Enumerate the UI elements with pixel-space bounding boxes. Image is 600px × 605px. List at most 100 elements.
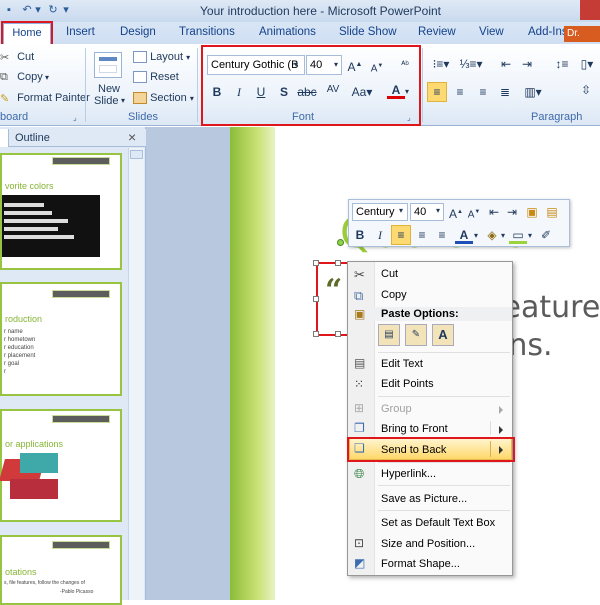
new-slide-label-1[interactable]: New [98, 83, 120, 95]
menu-item-save-as-picture[interactable]: Save as Picture... [381, 493, 467, 505]
chevron-down-icon[interactable]: ▾ [474, 231, 478, 240]
pane-scrollbar[interactable] [128, 148, 144, 600]
thumb-line: r goal [4, 361, 20, 367]
menu-item-edit-points[interactable]: Edit Points [381, 378, 434, 390]
tab-outline[interactable]: Outline [15, 132, 50, 144]
reset-button[interactable]: Reset [133, 71, 179, 84]
tab-insert[interactable]: Insert [66, 26, 95, 38]
chevron-down-icon[interactable]: ▾ [501, 231, 505, 240]
menu-item-size-and-position[interactable]: Size and Position... [381, 538, 475, 550]
submenu-arrow-icon [499, 406, 503, 414]
increase-indent-icon[interactable]: ⇥ [503, 203, 521, 221]
italic-icon[interactable]: I [371, 226, 389, 244]
align-text-icon[interactable]: ⇳ [577, 81, 595, 99]
format-painter-button[interactable]: ✎ Format Painter [0, 92, 90, 105]
close-window-button[interactable] [580, 0, 600, 20]
menu-item-format-shape[interactable]: Format Shape... [381, 558, 460, 570]
menu-item-bring-to-front[interactable]: Bring to Front [381, 423, 448, 435]
menu-item-set-default-text-box[interactable]: Set as Default Text Box [381, 517, 495, 529]
resize-handle[interactable] [313, 296, 319, 302]
slide-thumbnail-1[interactable]: vorite colors [0, 153, 122, 270]
decrease-indent-icon[interactable]: ⇤ [497, 55, 515, 73]
tab-review[interactable]: Review [418, 26, 456, 38]
tab-animations[interactable]: Animations [259, 26, 316, 38]
new-slide-icon[interactable] [94, 52, 122, 78]
increase-indent-icon[interactable]: ⇥ [518, 55, 536, 73]
undo-icon[interactable]: ↶ [20, 3, 34, 17]
mini-align-left-button[interactable]: ≡ [391, 225, 411, 245]
grow-font-icon[interactable]: A▲ [447, 203, 465, 221]
edit-points-icon: ⁙ [354, 377, 365, 391]
text-direction-icon[interactable]: ▯▾ [577, 55, 597, 73]
numbering-icon[interactable]: ⅓≡▾ [458, 55, 484, 73]
justify-icon[interactable]: ≣ [496, 83, 514, 101]
tab-slide-show[interactable]: Slide Show [339, 26, 397, 38]
dialog-launcher-icon[interactable]: ⌟ [73, 113, 77, 122]
resize-handle[interactable] [313, 260, 319, 266]
align-right-icon[interactable]: ≡ [433, 226, 451, 244]
cut-button[interactable]: ✂ Cut [0, 51, 34, 64]
paste-use-destination-theme-icon[interactable]: ▤ [378, 324, 400, 346]
section-button[interactable]: Section ▾ [133, 92, 194, 105]
customize-qat-icon[interactable]: ▾ [62, 3, 70, 17]
close-icon[interactable]: × [128, 129, 136, 145]
format-shape-icon: ◩ [354, 556, 366, 570]
chevron-down-icon[interactable]: ▾ [528, 231, 532, 240]
thumb-body: r name r hometown r education r placemen… [4, 328, 35, 376]
tab-transitions[interactable]: Transitions [179, 26, 235, 38]
tab-design[interactable]: Design [120, 26, 156, 38]
bold-icon[interactable]: B [351, 226, 369, 244]
align-right-icon[interactable]: ≡ [474, 83, 492, 101]
chevron-down-icon: ▾ [186, 53, 191, 62]
decrease-indent-icon[interactable]: ⇤ [485, 203, 503, 221]
tab-slides[interactable] [0, 129, 9, 147]
align-center-icon[interactable]: ≡ [413, 226, 431, 244]
new-slide-label-2[interactable]: Slide [94, 95, 118, 107]
user-tab[interactable]: Dr. [564, 26, 600, 42]
copy-label: Copy [17, 71, 43, 83]
line-spacing-icon[interactable]: ↕≡ [552, 55, 572, 73]
font-color-icon[interactable]: A [455, 226, 473, 244]
thumb-line: r name [4, 329, 23, 335]
quote-mark[interactable]: “ [325, 273, 342, 308]
resize-handle[interactable] [335, 260, 341, 266]
tab-home[interactable]: Home [1, 21, 53, 46]
menu-item-edit-text[interactable]: Edit Text [381, 358, 423, 370]
submenu-arrow-icon[interactable] [499, 426, 503, 434]
paste-keep-source-formatting-icon[interactable]: ✎ [405, 324, 427, 346]
slide-thumbnail-3[interactable]: or applications [0, 409, 122, 522]
group-divider [197, 48, 198, 122]
resize-handle[interactable] [313, 331, 319, 337]
slide-thumbnail-4[interactable]: otations s, file features, follow the ch… [0, 535, 122, 605]
tab-add-ins[interactable]: Add-Ins [528, 26, 568, 38]
chevron-down-icon[interactable]: ▾ [436, 206, 440, 215]
menu-item-copy[interactable]: Copy [381, 289, 407, 301]
tab-view[interactable]: View [479, 26, 504, 38]
slide-thumbnail-2[interactable]: roduction r name r hometown r education … [0, 282, 122, 396]
scissors-icon: ✂ [354, 267, 365, 282]
menu-item-cut[interactable]: Cut [381, 268, 398, 280]
bullets-icon[interactable]: ⁝≡▾ [428, 55, 454, 73]
chevron-down-icon[interactable]: ▾ [121, 96, 125, 105]
align-left-button[interactable]: ≡ [427, 82, 447, 102]
paste-keep-text-only-icon[interactable]: A [432, 324, 454, 346]
shrink-font-icon[interactable]: A▼ [465, 203, 483, 221]
copy-button[interactable]: ⧉ Copy ▾ [0, 71, 49, 83]
copy-icon: ⧉ [0, 71, 8, 84]
align-center-icon[interactable]: ≡ [451, 83, 469, 101]
menu-item-hyperlink[interactable]: Hyperlink... [381, 468, 436, 480]
shape-fill-icon[interactable]: ◈ [483, 226, 501, 244]
mini-toolbar: Century ▾ 40 ▾ A▲ A▼ ⇤ ⇥ ▣ ▤ B I ≡ ≡ ≡ A… [348, 199, 570, 247]
shape-outline-icon[interactable]: ▭ [509, 226, 527, 244]
resize-handle[interactable] [335, 331, 341, 337]
save-icon[interactable]: ▪ [2, 3, 16, 17]
layout-button[interactable]: Layout ▾ [133, 51, 191, 64]
shape-style-icon[interactable]: ▤ [543, 203, 561, 221]
shape-effects-icon[interactable]: ✐ [537, 226, 555, 244]
chevron-down-icon[interactable]: ▾ [399, 206, 403, 215]
rotation-handle[interactable] [337, 239, 344, 246]
format-painter-icon[interactable]: ▣ [523, 203, 541, 221]
redo-icon[interactable]: ↻ [46, 3, 60, 17]
columns-icon[interactable]: ▥▾ [522, 83, 544, 101]
undo-dropdown-icon[interactable]: ▾ [34, 3, 42, 17]
